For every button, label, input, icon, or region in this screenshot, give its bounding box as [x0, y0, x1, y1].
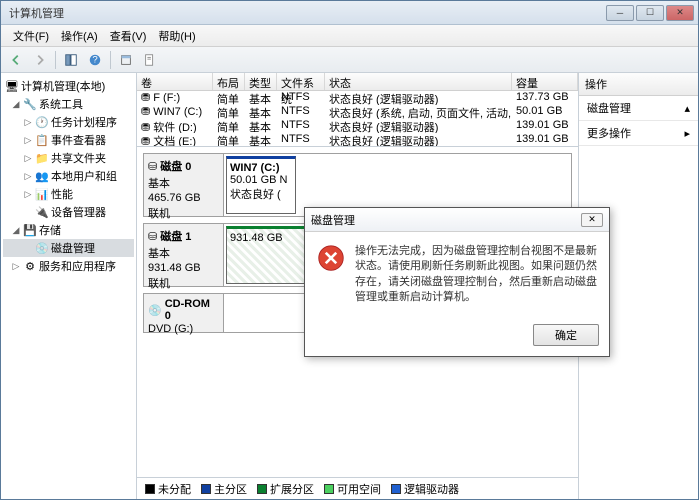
- volume-row[interactable]: ⛃ 软件 (D:)简单基本NTFS状态良好 (逻辑驱动器)139.01 GB: [137, 119, 578, 133]
- disk-icon: ⛁: [148, 160, 157, 173]
- col-fs[interactable]: 文件系统: [277, 73, 325, 90]
- perf-icon: 📊: [35, 187, 49, 201]
- menu-view[interactable]: 查看(V): [104, 26, 153, 46]
- tree-tasksched[interactable]: ▷🕐任务计划程序: [3, 113, 134, 131]
- help-button[interactable]: ?: [86, 51, 104, 69]
- tree-services[interactable]: ▷⚙服务和应用程序: [3, 257, 134, 275]
- tree-devmgr[interactable]: 🔌设备管理器: [3, 203, 134, 221]
- forward-button[interactable]: [31, 51, 49, 69]
- cd-icon: 💿: [148, 304, 162, 317]
- maximize-button[interactable]: ☐: [636, 5, 664, 21]
- tools-icon: 🔧: [23, 97, 37, 111]
- show-hide-tree-button[interactable]: [62, 51, 80, 69]
- disk-icon: 💿: [35, 241, 49, 255]
- volume-row[interactable]: ⛃ 文档 (E:)简单基本NTFS状态良好 (逻辑驱动器)139.01 GB: [137, 133, 578, 147]
- dialog-text: 操作无法完成，因为磁盘管理控制台视图不是最新状态。请使用刷新任务刷新此视图。如果…: [355, 244, 597, 306]
- dialog-close-button[interactable]: ✕: [581, 213, 603, 227]
- cdrom-header[interactable]: 💿CD-ROM 0 DVD (G:): [144, 294, 224, 332]
- tree-systools[interactable]: ◢🔧系统工具: [3, 95, 134, 113]
- users-icon: 👥: [35, 169, 49, 183]
- col-capacity[interactable]: 容量: [512, 73, 578, 90]
- toolbar: ?: [1, 47, 698, 73]
- tree-eventvwr[interactable]: ▷📋事件查看器: [3, 131, 134, 149]
- tree-sharedf[interactable]: ▷📁共享文件夹: [3, 149, 134, 167]
- tree-storage[interactable]: ◢💾存储: [3, 221, 134, 239]
- error-icon: [317, 244, 345, 272]
- legend: 未分配 主分区 扩展分区 可用空间 逻辑驱动器: [137, 477, 578, 499]
- device-icon: 🔌: [35, 205, 49, 219]
- clock-icon: 🕐: [35, 115, 49, 129]
- col-volume[interactable]: 卷: [137, 73, 213, 90]
- properties-button[interactable]: [141, 51, 159, 69]
- menu-help[interactable]: 帮助(H): [152, 26, 201, 46]
- disk-1-header[interactable]: ⛁磁盘 1 基本 931.48 GB 联机: [144, 224, 224, 286]
- ok-button[interactable]: 确定: [533, 324, 599, 346]
- refresh-button[interactable]: [117, 51, 135, 69]
- chevron-right-icon: ▸: [684, 127, 690, 140]
- col-status[interactable]: 状态: [325, 73, 512, 90]
- event-icon: 📋: [35, 133, 49, 147]
- tree-diskmgmt[interactable]: 💿磁盘管理: [3, 239, 134, 257]
- volume-header: 卷 布局 类型 文件系统 状态 容量: [137, 73, 578, 91]
- svg-text:?: ?: [92, 54, 97, 65]
- menubar: 文件(F) 操作(A) 查看(V) 帮助(H): [1, 25, 698, 47]
- col-type[interactable]: 类型: [245, 73, 277, 90]
- partition-c[interactable]: WIN7 (C:) 50.01 GB N 状态良好 (: [226, 156, 296, 214]
- close-button[interactable]: ✕: [666, 5, 694, 21]
- titlebar[interactable]: 计算机管理 ─ ☐ ✕: [1, 1, 698, 25]
- back-button[interactable]: [7, 51, 25, 69]
- disk-0-header[interactable]: ⛁磁盘 0 基本 465.76 GB 联机: [144, 154, 224, 216]
- navigation-tree[interactable]: 🖥计算机管理(本地) ◢🔧系统工具 ▷🕐任务计划程序 ▷📋事件查看器 ▷📁共享文…: [1, 73, 137, 499]
- minimize-button[interactable]: ─: [606, 5, 634, 21]
- volume-row[interactable]: ⛃ F (F:)简单基本NTFS状态良好 (逻辑驱动器)137.73 GB: [137, 91, 578, 105]
- tree-perf[interactable]: ▷📊性能: [3, 185, 134, 203]
- menu-action[interactable]: 操作(A): [55, 26, 104, 46]
- actions-panel-title: 磁盘管理▴: [579, 96, 698, 121]
- folder-icon: 📁: [35, 151, 49, 165]
- tree-root[interactable]: 🖥计算机管理(本地): [3, 77, 134, 95]
- computer-icon: 🖥: [5, 79, 19, 93]
- storage-icon: 💾: [23, 223, 37, 237]
- col-layout[interactable]: 布局: [213, 73, 245, 90]
- dialog-titlebar[interactable]: 磁盘管理 ✕: [305, 208, 609, 232]
- error-dialog: 磁盘管理 ✕ 操作无法完成，因为磁盘管理控制台视图不是最新状态。请使用刷新任务刷…: [304, 207, 610, 357]
- services-icon: ⚙: [23, 259, 37, 273]
- window-title: 计算机管理: [5, 5, 606, 21]
- actions-header: 操作: [579, 73, 698, 96]
- tree-localusers[interactable]: ▷👥本地用户和组: [3, 167, 134, 185]
- volume-list[interactable]: 卷 布局 类型 文件系统 状态 容量 ⛃ F (F:)简单基本NTFS状态良好 …: [137, 73, 578, 147]
- volume-row[interactable]: ⛃ WIN7 (C:)简单基本NTFS状态良好 (系统, 启动, 页面文件, 活…: [137, 105, 578, 119]
- disk-icon: ⛁: [148, 230, 157, 243]
- dialog-title: 磁盘管理: [311, 212, 355, 228]
- actions-more[interactable]: 更多操作▸: [579, 121, 698, 146]
- menu-file[interactable]: 文件(F): [7, 26, 55, 46]
- chevron-up-icon[interactable]: ▴: [684, 102, 690, 115]
